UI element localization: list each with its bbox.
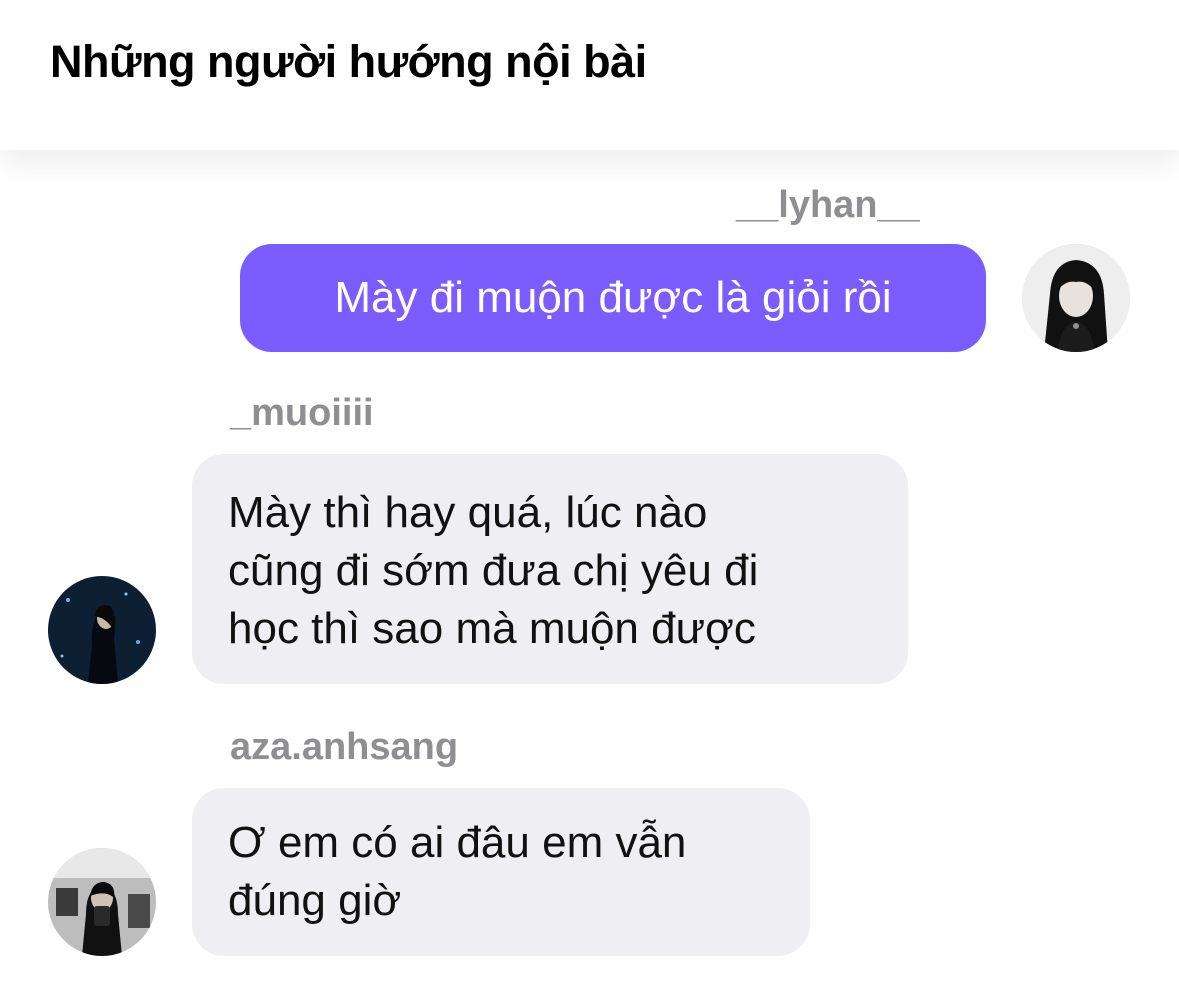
sender-name: _muoiiii	[230, 392, 374, 434]
avatar[interactable]	[48, 576, 156, 684]
sender-name: aza.anhsang	[230, 726, 459, 768]
user-avatar-icon	[1022, 244, 1130, 352]
user-avatar-icon	[48, 848, 156, 956]
message-feed[interactable]: __lyhan__ Mày đi muộn được là giỏi rồi _…	[0, 150, 1179, 996]
avatar[interactable]	[48, 848, 156, 956]
message-bubble[interactable]: Ơ em có ai đâu em vẫn đúng giờ	[192, 788, 810, 956]
sender-name: __lyhan__	[736, 184, 920, 226]
user-avatar-icon	[48, 576, 156, 684]
message-text: Mày đi muộn được là giỏi rồi	[334, 273, 892, 322]
chat-header: Những người hướng nội bài	[0, 0, 1179, 150]
message-text-line: cũng đi sớm đưa chị yêu đi	[228, 546, 759, 595]
group-title[interactable]: Những người hướng nội bài	[50, 36, 647, 88]
message-text-line: Mày thì hay quá, lúc nào	[228, 488, 708, 537]
message-bubble[interactable]: Mày thì hay quá, lúc nào cũng đi sớm đưa…	[192, 454, 908, 684]
message-bubble-own[interactable]: Mày đi muộn được là giỏi rồi	[240, 244, 986, 352]
message-text-line: đúng giờ	[228, 876, 402, 925]
message-text-line: Ơ em có ai đâu em vẫn	[228, 818, 687, 867]
avatar[interactable]	[1022, 244, 1130, 352]
message-text-line: học thì sao mà muộn được	[228, 604, 756, 653]
